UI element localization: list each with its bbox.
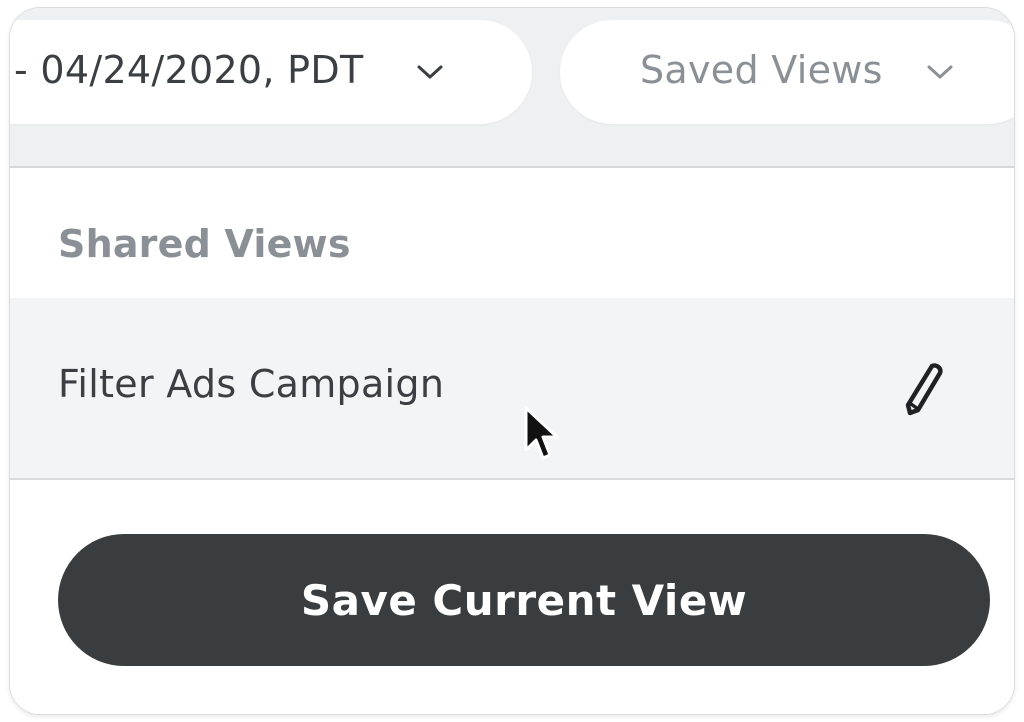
date-range-dropdown[interactable]: - 04/24/2020, PDT bbox=[10, 20, 532, 124]
filter-toolbar: - 04/24/2020, PDT Saved Views bbox=[10, 8, 1014, 168]
saved-view-item[interactable]: Filter Ads Campaign bbox=[10, 298, 1014, 480]
saved-views-dropdown[interactable]: Saved Views bbox=[560, 20, 1014, 124]
saved-views-menu: Shared Views Filter Ads Campaign Save Cu… bbox=[10, 168, 1014, 714]
saved-views-panel: - 04/24/2020, PDT Saved Views Shared Vie… bbox=[10, 8, 1014, 714]
mouse-cursor-icon bbox=[524, 406, 559, 460]
saved-view-label: Filter Ads Campaign bbox=[58, 362, 445, 406]
date-range-label: - 04/24/2020, PDT bbox=[14, 48, 364, 92]
saved-views-label: Saved Views bbox=[640, 48, 883, 92]
section-title-shared-views: Shared Views bbox=[58, 222, 351, 266]
save-current-view-button[interactable]: Save Current View bbox=[58, 534, 990, 666]
pencil-icon[interactable] bbox=[898, 360, 946, 418]
chevron-down-icon bbox=[927, 65, 953, 79]
chevron-down-icon bbox=[417, 65, 443, 79]
